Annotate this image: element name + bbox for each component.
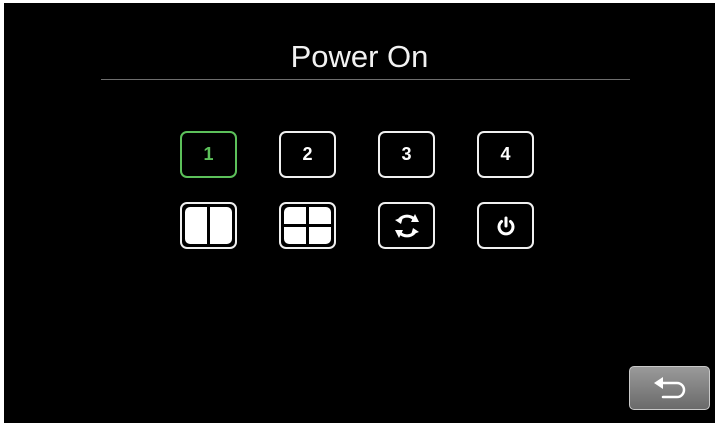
back-arrow-icon	[653, 377, 685, 399]
power-button[interactable]	[477, 202, 534, 249]
channel-1-label: 1	[203, 144, 214, 164]
quad-layout-button[interactable]	[279, 202, 336, 249]
power-icon	[497, 216, 514, 235]
back-button[interactable]	[629, 366, 710, 410]
page-title: Power On	[290, 39, 429, 74]
channel-1-button[interactable]: 1	[180, 131, 237, 178]
channel-3-label: 3	[401, 144, 412, 164]
cycle-icon	[394, 213, 419, 238]
channel-3-button[interactable]: 3	[378, 131, 435, 178]
quad-layout-icon	[284, 207, 331, 244]
split-2-layout-icon	[185, 207, 232, 244]
split-2-layout-button[interactable]	[180, 202, 237, 249]
channel-4-label: 4	[500, 144, 511, 164]
channel-2-button[interactable]: 2	[279, 131, 336, 178]
channel-2-label: 2	[302, 144, 313, 164]
cycle-button[interactable]	[378, 202, 435, 249]
channel-4-button[interactable]: 4	[477, 131, 534, 178]
title-divider	[101, 79, 630, 80]
